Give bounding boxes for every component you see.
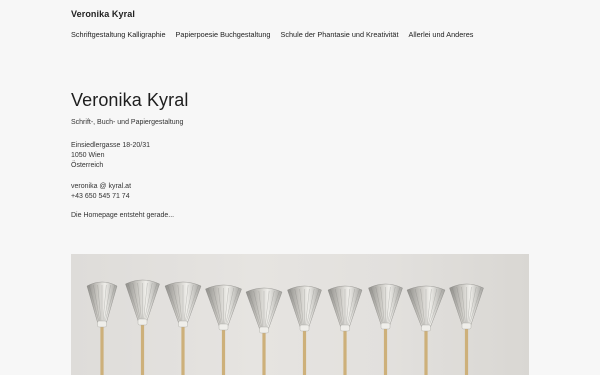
address-city: 1050 Wien [71, 152, 105, 159]
paper-brush [406, 285, 446, 375]
address-street: Einsiedlergasse 18-20/31 [71, 142, 150, 149]
brush-binding [178, 320, 188, 328]
site-title-link[interactable]: Veronika Kyral [71, 9, 135, 19]
paper-brush [368, 283, 403, 375]
page: Veronika Kyral Schriftgestaltung Kalligr… [0, 0, 600, 375]
brush-binding [259, 326, 269, 334]
brush-handle [262, 328, 266, 375]
brush-binding [137, 318, 148, 326]
brush-binding [218, 323, 229, 331]
nav-item-schule-der-phantasie[interactable]: Schule der Phantasie und Kreativität [280, 30, 398, 39]
paper-brushes-image [71, 254, 529, 375]
brush-binding [299, 324, 310, 332]
brush-handle [343, 326, 347, 375]
brush-handle [302, 326, 307, 375]
nav-item-papierpoesie[interactable]: Papierpoesie Buchgestaltung [176, 30, 271, 39]
paper-brush [205, 284, 242, 375]
paper-brush [449, 283, 484, 375]
brush-handle [424, 326, 428, 375]
address-block: Einsiedlergasse 18-20/31 1050 Wien Öster… [71, 141, 150, 171]
tagline: Schrift-, Buch- und Papiergestaltung [71, 119, 184, 126]
brush-binding [461, 322, 472, 330]
brush-handle [383, 324, 388, 375]
paper-brush [327, 285, 363, 375]
paper-brush [86, 281, 118, 375]
brush-handle [100, 322, 104, 375]
brush-binding [421, 324, 431, 332]
brush-handle [140, 320, 145, 375]
construction-note: Die Homepage entsteht gerade... [71, 212, 175, 219]
main-navigation: Schriftgestaltung Kalligraphie Papierpoe… [71, 30, 473, 39]
paper-brush [287, 285, 322, 375]
brush-handle [464, 324, 469, 375]
brush-binding [340, 324, 350, 332]
brush-binding [380, 322, 391, 330]
nav-item-allerlei[interactable]: Allerlei und Anderes [409, 30, 474, 39]
paper-brush [164, 281, 202, 375]
email-link[interactable]: veronika @ kyral.at [71, 183, 131, 190]
paper-brush [125, 279, 160, 375]
brush-binding [97, 320, 107, 328]
brush-handle [221, 325, 226, 375]
paper-brush [245, 287, 283, 375]
phone-link[interactable]: +43 650 545 71 74 [71, 193, 130, 200]
address-country: Österreich [71, 162, 104, 169]
contact-block: veronika @ kyral.at +43 650 545 71 74 [71, 182, 131, 202]
nav-item-schriftgestaltung[interactable]: Schriftgestaltung Kalligraphie [71, 30, 166, 39]
page-title: Veronika Kyral [71, 90, 189, 110]
brush-handle [181, 322, 185, 375]
brushes-illustration [86, 279, 484, 375]
